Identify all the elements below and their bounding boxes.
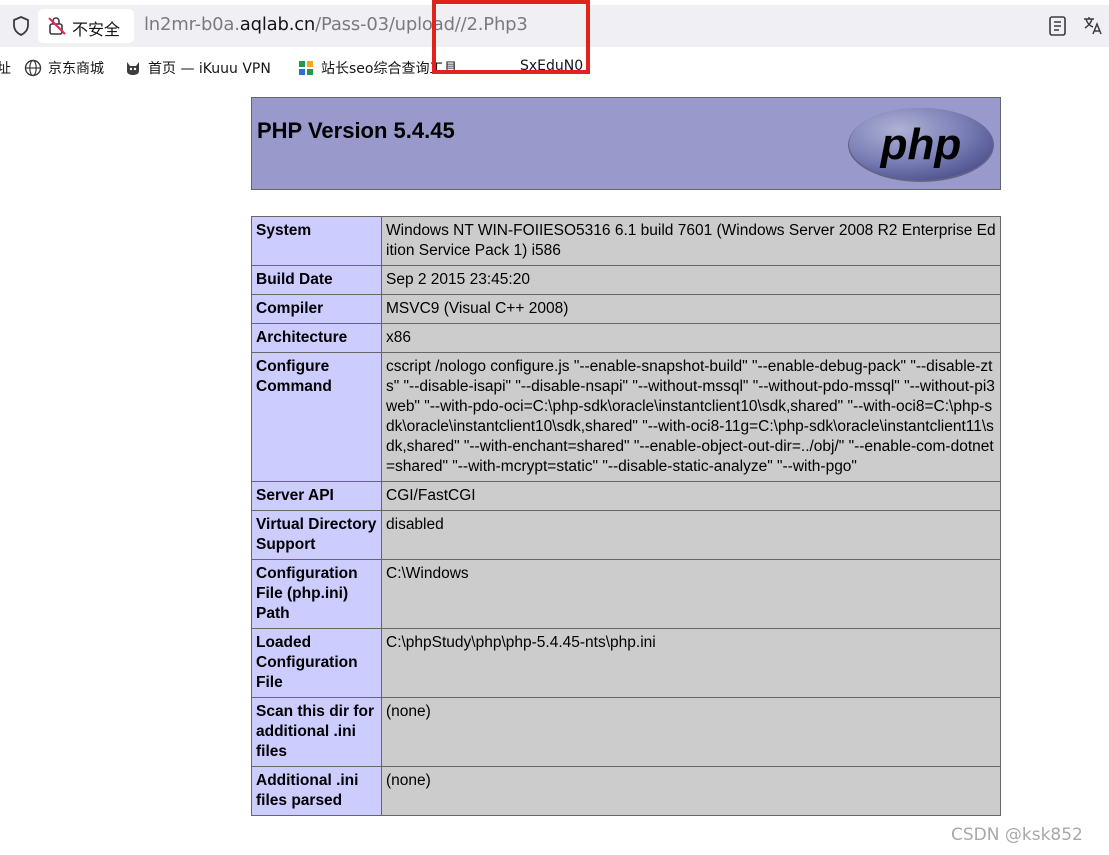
bookmark-item[interactable]: 京东商城 [24, 58, 104, 78]
row-value: x86 [381, 323, 1001, 353]
row-value: C:\phpStudy\php\php-5.4.45-nts\php.ini [381, 628, 1001, 698]
row-key: Configure Command [251, 352, 382, 482]
row-key: Architecture [251, 323, 382, 353]
table-row: Architecture x86 [251, 323, 1001, 353]
url-highlight-annotation [432, 0, 590, 74]
table-row: Server API CGI/FastCGI [251, 481, 1001, 511]
row-key: Compiler [251, 294, 382, 324]
seo-tool-icon [299, 61, 313, 75]
translate-icon[interactable] [1082, 14, 1104, 36]
row-value: (none) [381, 697, 1001, 767]
table-row: Scan this dir for additional .ini files(… [251, 697, 1001, 767]
bookmark-label: 址 [0, 61, 11, 77]
table-row: Loaded Configuration File C:\phpStudy\php… [251, 628, 1001, 698]
bookmark-label: 京东商城 [48, 61, 104, 77]
cat-icon [127, 62, 139, 75]
row-value: cscript /nologo configure.js "--enable-s… [381, 352, 1001, 482]
php-logo-text: php [880, 120, 962, 169]
globe-icon [24, 59, 42, 77]
table-row: System Windows NT WIN-FOIIESO5316 6.1 bui… [251, 216, 1001, 266]
table-row: Configure Command cscript /nologo configu… [251, 352, 1001, 482]
php-logo: php [848, 108, 994, 182]
row-key: System [251, 216, 382, 266]
row-key: Virtual Directory Support [251, 510, 382, 560]
row-key: Configuration File (php.ini) Path [251, 559, 382, 629]
table-row: Build Date Sep 2 2015 23:45:20 [251, 265, 1001, 295]
table-row: Configuration File (php.ini) Path C:\Wind… [251, 559, 1001, 629]
shield-icon[interactable] [10, 15, 32, 37]
row-value: Sep 2 2015 23:45:20 [381, 265, 1001, 295]
row-key: Build Date [251, 265, 382, 295]
table-row: Virtual Directory Support disabled [251, 510, 1001, 560]
row-key: Server API [251, 481, 382, 511]
row-value: CGI/FastCGI [381, 481, 1001, 511]
row-value: disabled [381, 510, 1001, 560]
reader-view-icon[interactable] [1048, 15, 1068, 37]
table-row: Additional .ini files parsed (none) [251, 766, 1001, 816]
bookmark-label: 首页 — iKuuu VPN [148, 61, 271, 77]
row-key: Loaded Configuration File [251, 628, 382, 698]
row-key: Additional .ini files parsed [251, 766, 382, 816]
row-value: C:\Windows [381, 559, 1001, 629]
row-key: Scan this dir for additional .ini files [251, 697, 382, 767]
insecure-lock-icon [47, 16, 67, 36]
security-label: 不安全 [72, 20, 121, 39]
bookmark-item[interactable]: 址 [0, 58, 11, 78]
php-version-title: PHP Version 5.4.45 [257, 118, 455, 143]
php-version-header: PHP Version 5.4.45 php [251, 97, 1001, 190]
watermark: CSDN @ksk852 [951, 825, 1083, 845]
row-value: (none) [381, 766, 1001, 816]
bookmark-item[interactable]: 首页 — iKuuu VPN [124, 58, 271, 78]
table-row: Compiler MSVC9 (Visual C++ 2008) [251, 294, 1001, 324]
row-value: MSVC9 (Visual C++ 2008) [381, 294, 1001, 324]
url-prefix: ln2mr-b0a. [144, 14, 240, 35]
security-indicator[interactable]: 不安全 [38, 9, 134, 43]
url-domain: aqlab.cn [239, 14, 316, 35]
php-info-table: System Windows NT WIN-FOIIESO5316 6.1 bui… [251, 216, 1001, 816]
row-value: Windows NT WIN-FOIIESO5316 6.1 build 760… [381, 216, 1001, 266]
